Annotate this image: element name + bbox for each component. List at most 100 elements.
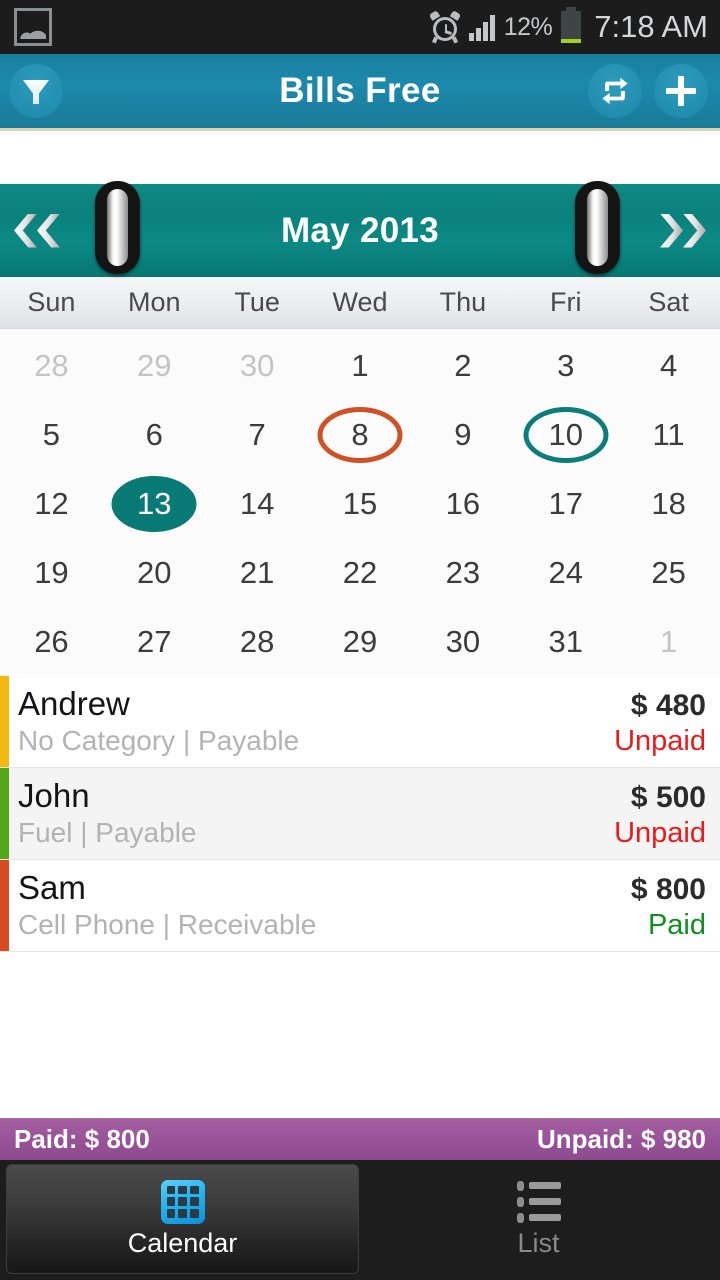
- day-number: 3: [557, 348, 575, 383]
- weekday-header-sun: Sun: [27, 287, 76, 317]
- calendar-day-28[interactable]: 28: [0, 331, 103, 400]
- weekday-header-thu: Thu: [439, 287, 487, 317]
- table-row[interactable]: Andrew $ 480 No Category | Payable Unpaid: [0, 676, 720, 768]
- day-number: 1: [659, 624, 678, 659]
- calendar-day-19[interactable]: 19: [0, 538, 103, 607]
- battery-icon: [561, 7, 582, 43]
- bottom-tab-bar: Calendar List: [0, 1160, 720, 1280]
- day-number: 1: [351, 348, 369, 383]
- day-number: 15: [342, 486, 378, 521]
- weekday-header: Sun Mon Tue Wed Thu Fri Sat: [0, 277, 720, 329]
- transaction-meta: Fuel | Payable: [18, 817, 197, 848]
- day-number: 11: [652, 417, 685, 452]
- calendar-day-16[interactable]: 16: [411, 469, 514, 538]
- calendar-day-1[interactable]: 1: [617, 607, 720, 676]
- summary-paid-label: Paid: $ 800: [14, 1124, 150, 1154]
- day-number: 23: [445, 555, 481, 590]
- calendar-day-5[interactable]: 5: [0, 400, 103, 469]
- day-number: 13: [137, 486, 172, 521]
- weekday-header-tue: Tue: [234, 287, 280, 317]
- status-badge: Unpaid: [614, 725, 706, 757]
- calendar-day-grid: 28 29 30 1 2 3 4 5 6 7 8 9 10 11 12 13 14 15 16 17 18 19 20 21 2…: [0, 329, 720, 676]
- day-number: 25: [651, 555, 686, 590]
- weekday-header-sat: Sat: [648, 287, 689, 317]
- calendar-day-6[interactable]: 6: [103, 400, 206, 469]
- day-number: 8: [351, 417, 369, 452]
- summary-bar: Paid: $ 800 Unpaid: $ 980: [0, 1118, 720, 1160]
- calendar-day-3[interactable]: 3: [514, 331, 617, 400]
- calendar-day-23[interactable]: 23: [411, 538, 514, 607]
- transaction-name: Sam: [18, 869, 86, 906]
- calendar-day-2[interactable]: 2: [411, 331, 514, 400]
- calendar-paper-top: [0, 131, 720, 184]
- calendar-day-21[interactable]: 21: [206, 538, 309, 607]
- calendar-day-17[interactable]: 17: [514, 469, 617, 538]
- calendar-day-4[interactable]: 4: [617, 331, 720, 400]
- calendar-day-27[interactable]: 27: [103, 607, 206, 676]
- calendar-day-29[interactable]: 29: [309, 607, 412, 676]
- binder-ring-left: [95, 181, 140, 274]
- calendar-day-8[interactable]: 8: [309, 400, 412, 469]
- calendar-day-10[interactable]: 10: [514, 400, 617, 469]
- calendar-day-13[interactable]: 13: [103, 469, 206, 538]
- next-month-button[interactable]: [660, 213, 706, 248]
- calendar-grid-icon: [160, 1179, 205, 1224]
- day-number: 22: [342, 555, 378, 590]
- calendar-day-22[interactable]: 22: [309, 538, 412, 607]
- table-row[interactable]: Sam $ 800 Cell Phone | Receivable Paid: [0, 860, 720, 952]
- transaction-amount: $ 500: [630, 781, 706, 814]
- calendar-day-31[interactable]: 31: [514, 607, 617, 676]
- plus-icon: [666, 76, 696, 106]
- calendar-day-26[interactable]: 26: [0, 607, 103, 676]
- status-bar: 12% 7:18 AM: [0, 0, 720, 54]
- calendar-day-18[interactable]: 18: [617, 469, 720, 538]
- chevron-right-icon: [683, 213, 706, 248]
- calendar-week-row: 19 20 21 22 23 24 25: [0, 538, 720, 607]
- calendar-day-30[interactable]: 30: [411, 607, 514, 676]
- day-number: 10: [548, 417, 583, 452]
- calendar-week-row: 28 29 30 1 2 3 4: [0, 331, 720, 400]
- filter-funnel-icon: [21, 76, 51, 106]
- table-row[interactable]: John $ 500 Fuel | Payable Unpaid: [0, 768, 720, 860]
- calendar-day-29[interactable]: 29: [103, 331, 206, 400]
- tab-calendar[interactable]: Calendar: [6, 1164, 359, 1274]
- chevron-right-icon: [660, 213, 683, 248]
- add-bill-button[interactable]: [654, 64, 708, 118]
- calendar-day-12[interactable]: 12: [0, 469, 103, 538]
- calendar-day-11[interactable]: 11: [617, 400, 720, 469]
- day-number: 21: [239, 555, 275, 590]
- status-badge: Unpaid: [614, 817, 706, 849]
- calendar-day-7[interactable]: 7: [206, 400, 309, 469]
- calendar-day-25[interactable]: 25: [617, 538, 720, 607]
- calendar-day-1[interactable]: 1: [309, 331, 412, 400]
- transaction-meta: Cell Phone | Receivable: [18, 909, 317, 940]
- day-number: 30: [239, 348, 275, 383]
- status-badge: Paid: [647, 909, 706, 941]
- signal-bars-icon: [468, 13, 495, 41]
- day-number: 31: [548, 624, 583, 659]
- repeat-icon: [602, 77, 628, 105]
- day-number: 30: [445, 624, 481, 659]
- calendar-week-row: 26 27 28 29 30 31 1: [0, 607, 720, 676]
- weekday-header-mon: Mon: [128, 287, 181, 317]
- recurring-button[interactable]: [588, 64, 642, 118]
- day-number: 28: [34, 348, 69, 383]
- calendar-day-30[interactable]: 30: [206, 331, 309, 400]
- day-number: 26: [34, 624, 69, 659]
- clock-label: 7:18 AM: [594, 9, 708, 44]
- transaction-name: John: [18, 777, 90, 814]
- bullet-list-icon: [516, 1180, 561, 1224]
- calendar-day-15[interactable]: 15: [309, 469, 412, 538]
- calendar-day-9[interactable]: 9: [411, 400, 514, 469]
- calendar-day-28[interactable]: 28: [206, 607, 309, 676]
- status-bar-right: 12% 7:18 AM: [428, 7, 708, 45]
- calendar-day-14[interactable]: 14: [206, 469, 309, 538]
- calendar-week-row: 5 6 7 8 9 10 11: [0, 400, 720, 469]
- battery-percent-label: 12%: [503, 12, 553, 41]
- calendar-day-24[interactable]: 24: [514, 538, 617, 607]
- tab-list-label: List: [517, 1227, 560, 1258]
- previous-month-button[interactable]: [14, 213, 60, 248]
- calendar-day-20[interactable]: 20: [103, 538, 206, 607]
- tab-list[interactable]: List: [363, 1164, 714, 1274]
- filter-button[interactable]: [9, 64, 63, 118]
